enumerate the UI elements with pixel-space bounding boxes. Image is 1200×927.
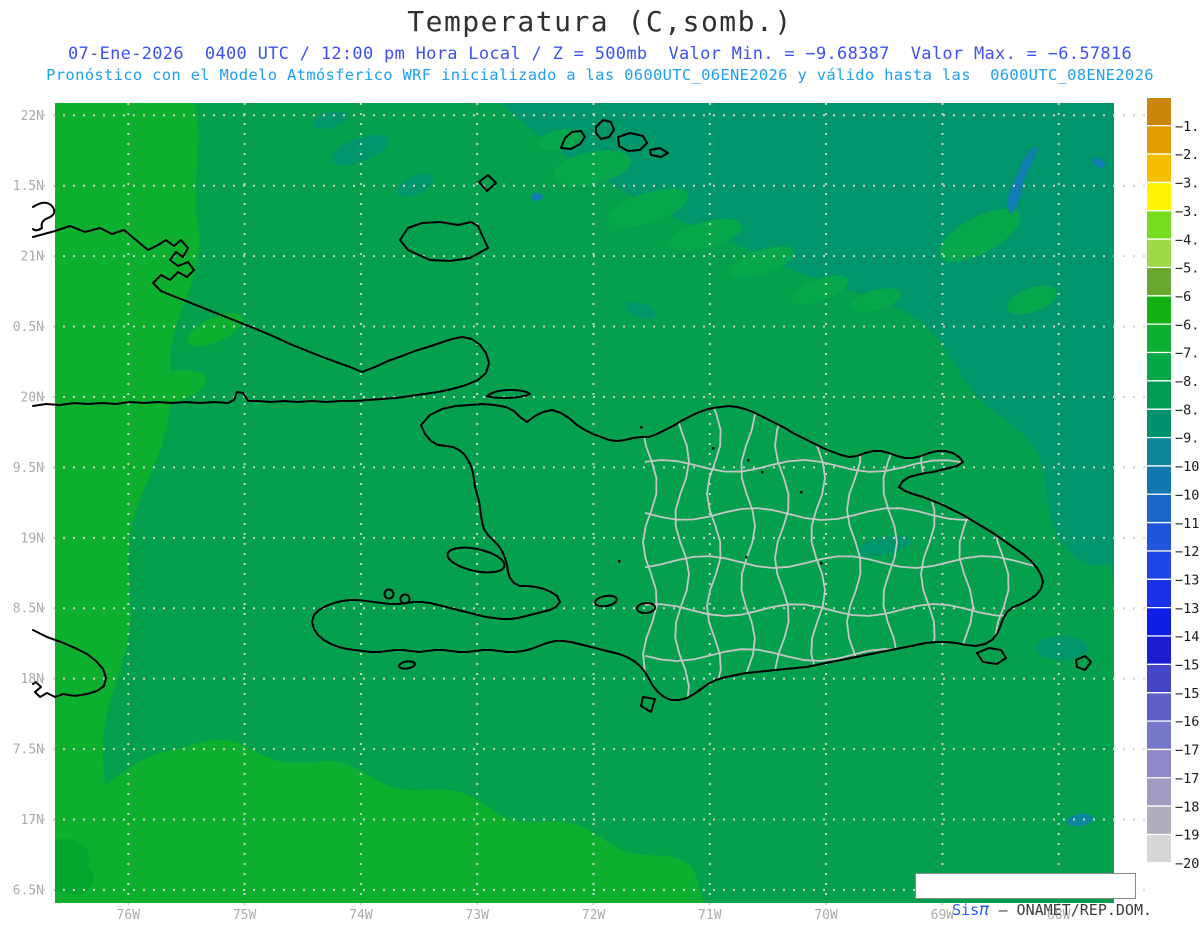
weather-map-figure: Temperatura (C,somb.) 07-Ene-2026 0400 U… xyxy=(0,0,1200,927)
colorbar-cell xyxy=(1147,98,1171,125)
colorbar-label: −13 xyxy=(1175,573,1199,589)
colorbar-cell xyxy=(1147,239,1171,267)
colorbar-cell xyxy=(1147,438,1171,466)
lat-tick-label: 0.5N xyxy=(13,320,44,335)
colorbar-label: −2.5 xyxy=(1175,147,1200,163)
colorbar-label: −10.2 xyxy=(1175,459,1200,475)
lat-tick-label: 1.5N xyxy=(13,179,44,194)
lon-tick-label: 71W xyxy=(698,908,722,923)
colorbar-cell xyxy=(1147,296,1171,324)
colorbar-label: −19.3 xyxy=(1175,828,1200,844)
colorbar-cell xyxy=(1147,183,1171,211)
lon-tick-label: 76W xyxy=(117,908,141,923)
colorbar-label: −6.7 xyxy=(1175,317,1200,333)
lon-tick-label: 73W xyxy=(465,908,489,923)
cold-blue-patch xyxy=(531,193,543,201)
lat-tick-label: 9.5N xyxy=(13,461,44,476)
colorbar-label: −5.3 xyxy=(1175,261,1200,277)
colorbar-label: −1.8 xyxy=(1175,119,1200,135)
colorbar-label: −3.9 xyxy=(1175,204,1200,220)
temperature-shading xyxy=(55,103,1114,903)
colorbar-cell xyxy=(1147,324,1171,352)
colorbar-label: −20 xyxy=(1175,856,1199,872)
colorbar-cell xyxy=(1147,551,1171,579)
colorbar-label: −14.4 xyxy=(1175,629,1200,645)
colorbar-label: −3.2 xyxy=(1175,176,1200,192)
colorbar-cell xyxy=(1147,154,1171,182)
colorbar-cell xyxy=(1147,665,1171,692)
colorbar-label: −17.2 xyxy=(1175,743,1200,759)
lat-tick-label: 20N xyxy=(21,390,44,405)
lat-tick-label: 19N xyxy=(21,531,44,546)
lat-tick-label: 18N xyxy=(21,672,44,687)
colorbar-label: −15.1 xyxy=(1175,658,1200,674)
cuba-north-cay xyxy=(32,201,56,232)
colorbar-cell xyxy=(1147,494,1171,522)
colorbar-cell xyxy=(1147,636,1171,664)
lon-tick-label: 70W xyxy=(814,908,838,923)
lat-tick-label: 6.5N xyxy=(13,883,44,898)
branding-system-name: Sis xyxy=(952,901,980,919)
colorbar-cell xyxy=(1147,750,1171,778)
colorbar-label: −7.4 xyxy=(1175,346,1200,362)
colorbar-cell xyxy=(1147,608,1171,636)
colorbar-label: −16.5 xyxy=(1175,714,1200,730)
colorbar-cell xyxy=(1147,523,1171,551)
colorbar-cell xyxy=(1147,778,1171,806)
colorbar-label: −15.8 xyxy=(1175,686,1200,702)
colorbar-cell xyxy=(1147,353,1171,381)
map-plot: 22N 1.5N 21N 0.5N 20N 9.5N 19N 8.5N 18N 7.5N 17N 6.… xyxy=(13,98,1200,923)
lon-tick-label: 74W xyxy=(349,908,373,923)
pi-symbol: π xyxy=(979,900,990,920)
branding-sispi: Sisπ xyxy=(952,900,990,920)
colorbar-cell xyxy=(1147,268,1171,296)
lat-tick-label: 8.5N xyxy=(13,602,44,617)
lat-tick-label: 17N xyxy=(21,813,44,828)
colorbar-cell xyxy=(1147,211,1171,239)
colorbar-cell xyxy=(1147,835,1171,863)
colorbar-cell xyxy=(1147,806,1171,834)
lat-tick-label: 22N xyxy=(21,109,44,124)
colorbar-label: −17.9 xyxy=(1175,771,1200,787)
colorbar: −1.8 −2.5 −3.2 −3.9 −4.6 −5.3 −6 −6.7 −7.4 −8.1 −8… xyxy=(1147,98,1200,891)
colorbar-label: −8.1 xyxy=(1175,374,1200,390)
colorbar-label: −6 xyxy=(1175,289,1191,305)
colorbar-cell xyxy=(1147,693,1171,721)
colorbar-cell xyxy=(1147,721,1171,749)
branding-box: Sisπ – ONAMET/REP.DOM. xyxy=(915,873,1152,920)
colorbar-label: −8.8 xyxy=(1175,402,1200,418)
colorbar-label: −11.6 xyxy=(1175,516,1200,532)
colorbar-label: −10.9 xyxy=(1175,487,1200,503)
colorbar-cell xyxy=(1147,126,1171,154)
teal-patch xyxy=(1036,636,1088,660)
lon-tick-label: 72W xyxy=(582,908,606,923)
lat-tick-label: 21N xyxy=(21,250,44,265)
lat-tick-label: 7.5N xyxy=(13,743,44,758)
colorbar-cell xyxy=(1147,409,1171,437)
colorbar-label: −13.7 xyxy=(1175,601,1200,617)
colorbar-cell xyxy=(1147,580,1171,607)
colorbar-label: −18.6 xyxy=(1175,799,1200,815)
lon-tick-label: 75W xyxy=(233,908,257,923)
colorbar-label: −9.5 xyxy=(1175,431,1200,447)
colorbar-label: −12.3 xyxy=(1175,544,1200,560)
branding-organization: – ONAMET/REP.DOM. xyxy=(989,901,1153,919)
colorbar-label: −4.6 xyxy=(1175,232,1200,248)
colorbar-cell xyxy=(1147,381,1171,409)
colorbar-cell xyxy=(1147,863,1171,891)
colorbar-cell xyxy=(1147,466,1171,494)
